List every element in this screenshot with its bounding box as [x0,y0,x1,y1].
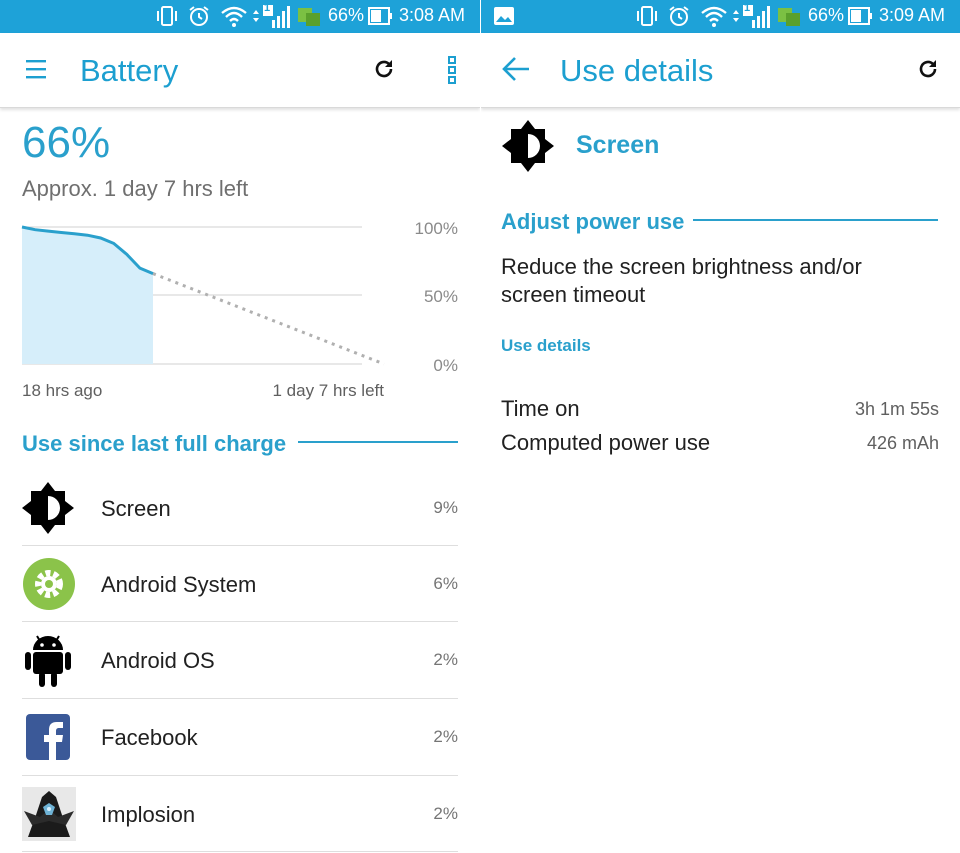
notification-app-icon [298,8,320,26]
app-percent: 2% [433,804,458,823]
detail-label: Time on [501,396,580,421]
section-divider [693,219,938,221]
status-bar: 1 66% 3:09 AM [481,0,960,33]
battery-icon [368,7,392,25]
usage-item-title: Screen [576,131,660,159]
status-time: 3:08 AM [399,5,466,25]
app-percent: 6% [433,574,458,593]
use-details-screen: 1 66% 3:09 AM Use details Screen Adjust … [481,0,960,853]
usage-row-implosion[interactable]: Implosion 2% [0,776,480,853]
page-title: Use details [560,53,714,88]
back-arrow-icon[interactable] [501,55,531,83]
image-notification-icon [494,7,514,25]
app-name: Android OS [101,648,215,673]
battery-history-chart [21,225,385,366]
adjust-power-title: Adjust power use [501,209,685,234]
refresh-icon[interactable] [372,57,396,81]
status-time: 3:09 AM [879,5,946,25]
usage-row-facebook[interactable]: Facebook 2% [0,699,480,775]
usage-row-screen[interactable]: Screen 9% [0,470,480,546]
alarm-icon [669,6,689,26]
implosion-game-icon [22,787,76,841]
use-details-subtitle: Use details [501,336,591,355]
overflow-menu-icon[interactable] [446,55,458,85]
sim-badge: 1 [744,2,751,14]
app-name: Android System [101,572,257,597]
detail-row-computed-power: Computed power use 426 mAh [501,430,939,460]
refresh-icon[interactable] [916,57,940,81]
app-percent: 2% [433,650,458,669]
android-system-gear-icon [23,558,75,610]
usage-row-android-os[interactable]: Android OS 2% [0,622,480,698]
app-bar: Battery [0,33,480,108]
page-title: Battery [80,53,179,88]
y-tick-label-0: 0% [433,356,458,375]
app-bar: Use details [481,33,960,108]
facebook-icon [26,714,70,760]
detail-row-time-on: Time on 3h 1m 55s [501,396,939,426]
screen-brightness-icon [502,120,554,172]
battery-history-area [22,227,153,364]
time-remaining: Approx. 1 day 7 hrs left [22,176,249,201]
app-name: Screen [101,496,171,521]
vibrate-icon [637,6,657,26]
battery-percent-status: 66% [808,5,845,25]
detail-value: 426 mAh [866,433,939,453]
vibrate-icon [157,6,177,26]
app-name: Facebook [101,725,198,750]
section-divider [298,441,458,443]
notification-app-icon [778,8,800,26]
adjust-power-suggestion[interactable]: Reduce the screen brightness and/or scre… [501,253,921,309]
x-label-end: 1 day 7 hrs left [272,381,384,400]
screen-brightness-icon [22,482,74,534]
app-percent: 2% [433,727,458,746]
battery-projection-line [152,272,385,366]
x-label-start: 18 hrs ago [22,381,103,400]
detail-label: Computed power use [501,430,711,455]
alarm-icon [189,6,209,26]
app-name: Implosion [101,802,196,827]
android-robot-icon [25,635,71,687]
battery-percent-status: 66% [328,5,365,25]
row-divider [22,851,458,852]
wifi-icon [701,6,727,27]
usage-row-android-system[interactable]: Android System 6% [0,546,480,622]
detail-value: 3h 1m 55s [854,399,939,419]
y-tick-label-100: 100% [414,219,458,238]
battery-icon [848,7,872,25]
y-tick-label-50: 50% [423,287,458,306]
hamburger-menu-icon[interactable] [26,58,48,80]
app-percent: 9% [433,498,458,517]
battery-screen: 1 66% 3:08 AM Battery 66% Approx. 1 day … [0,0,480,853]
section-title: Use since last full charge [22,431,287,456]
battery-percent: 66% [22,118,111,167]
status-bar: 1 66% 3:08 AM [0,0,480,33]
wifi-icon [221,6,247,27]
sim-badge: 1 [264,2,271,14]
